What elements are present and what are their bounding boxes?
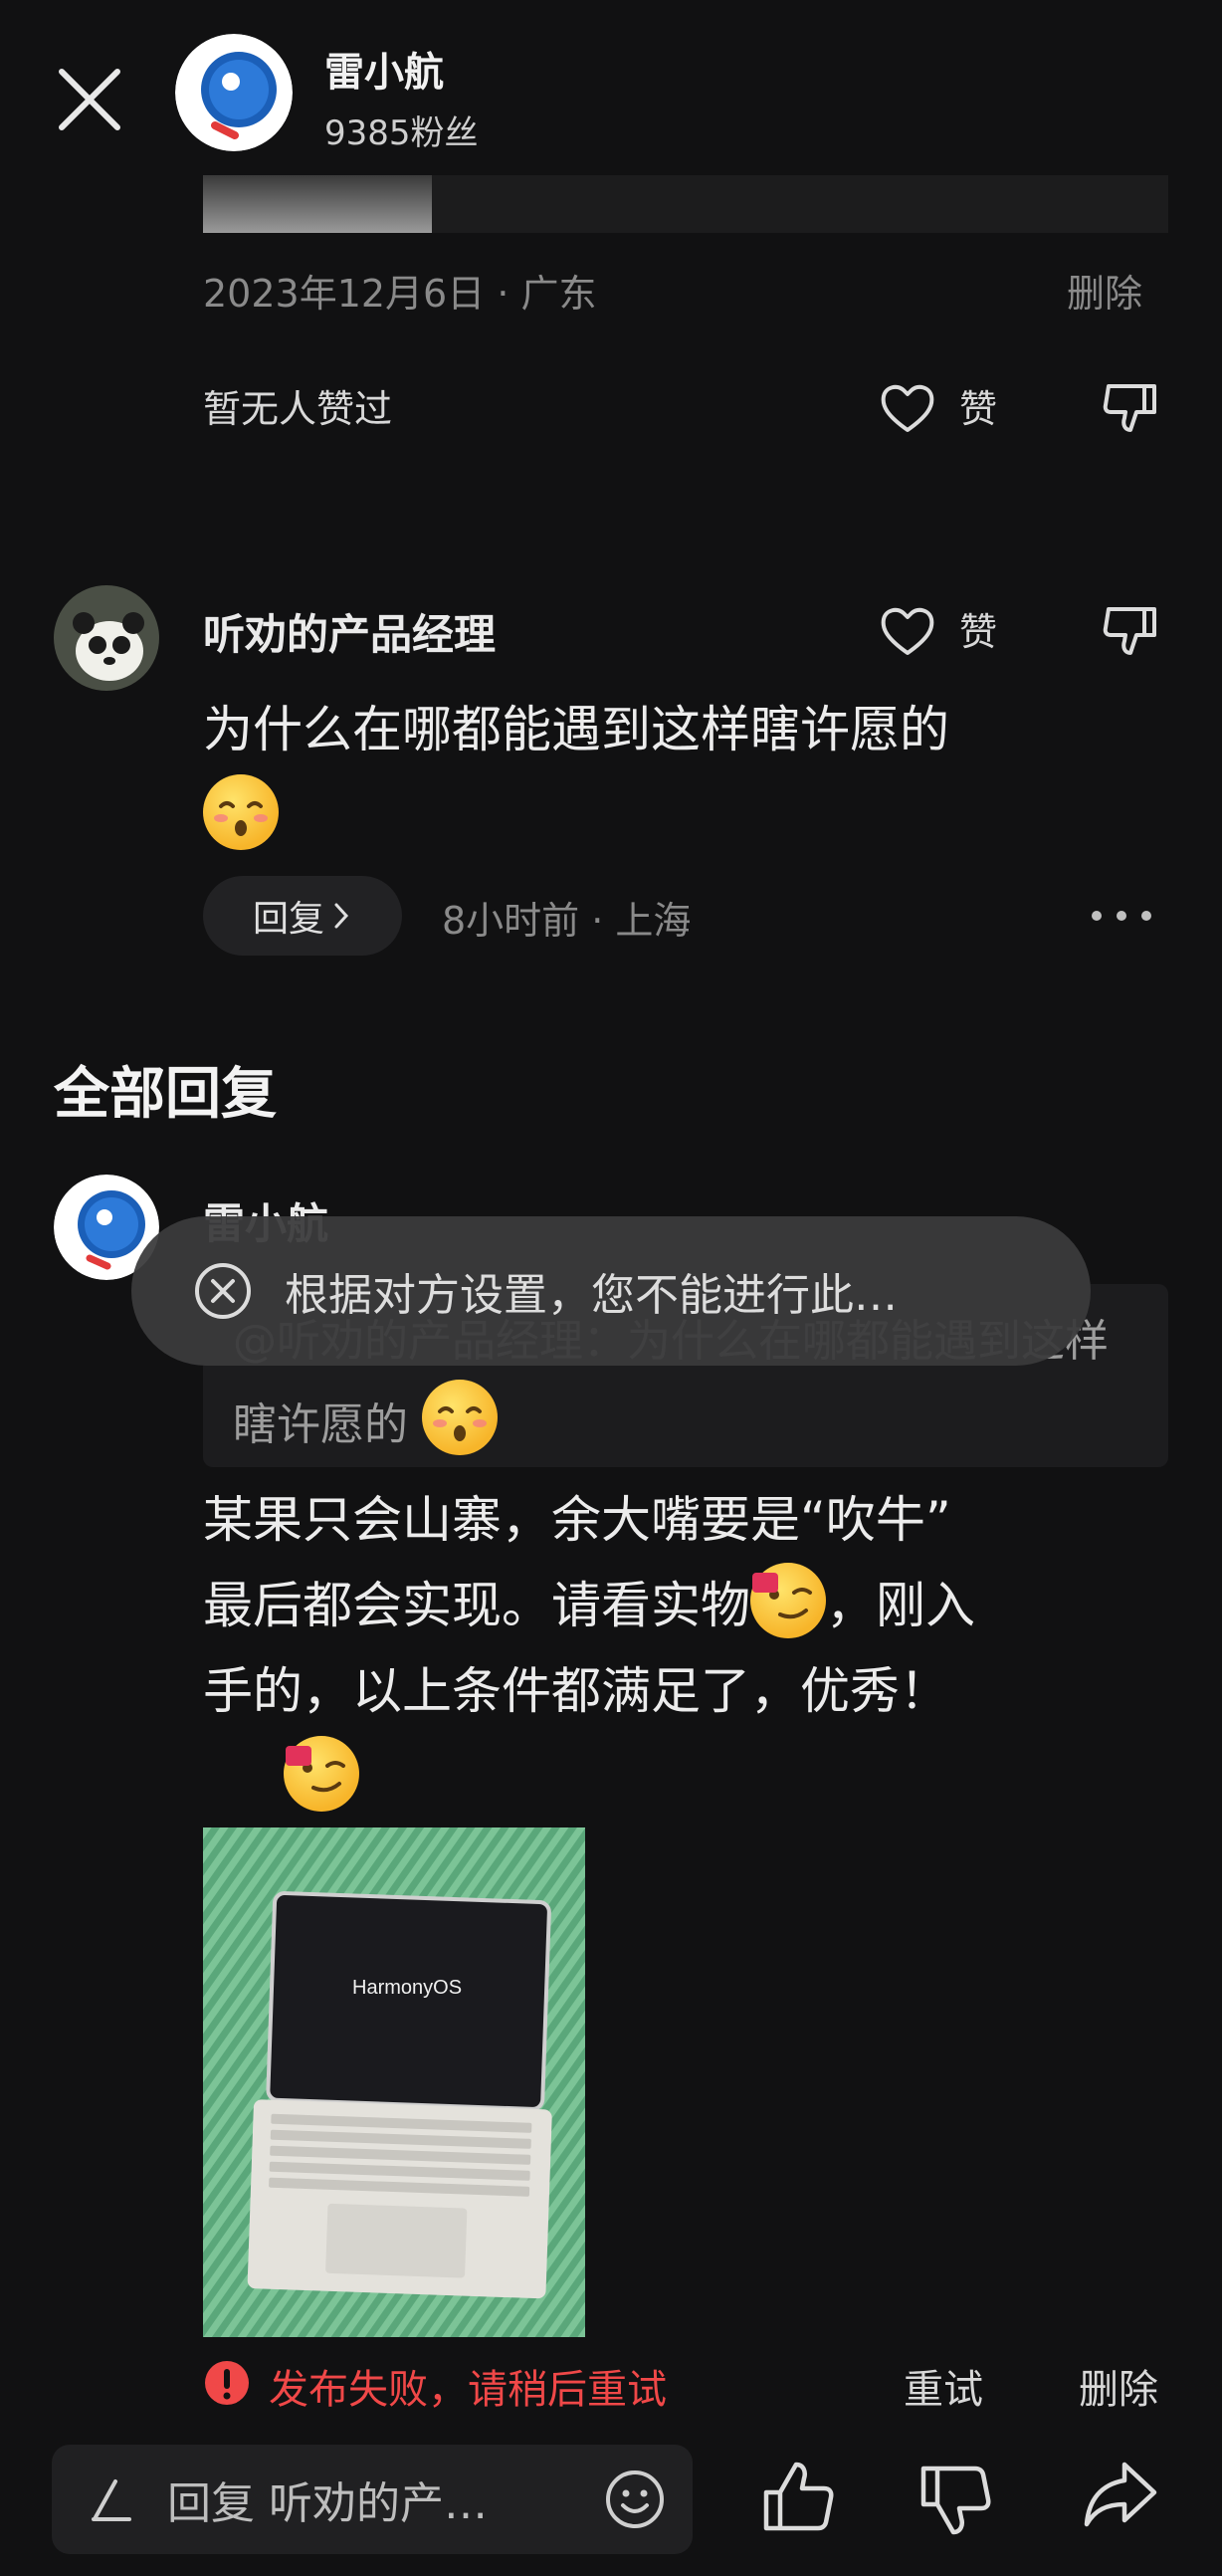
- toast-text: 根据对方设置，您不能进行此…: [285, 1270, 898, 1321]
- like-button-label[interactable]: 赞: [959, 378, 997, 433]
- heart-icon[interactable]: [878, 601, 937, 661]
- reply-text-part: 最后都会实现。请看实物: [203, 1577, 750, 1634]
- no-likes-text: 暂无人赞过: [203, 387, 393, 431]
- retry-button[interactable]: 重试: [904, 2357, 983, 2415]
- reply-input-placeholder: 回复 听劝的产…: [167, 2478, 488, 2529]
- all-replies-title: 全部回复: [54, 1062, 277, 1127]
- flushed-face-emoji: [203, 774, 279, 850]
- commenter-avatar[interactable]: [54, 585, 159, 691]
- post-image-partial[interactable]: [203, 175, 432, 233]
- pen-icon: [92, 2479, 131, 2521]
- reply-text-line-2: 最后都会实现。请看实物 ，刚入: [203, 1563, 975, 1648]
- error-icon: [205, 2361, 249, 2405]
- close-circle-icon: [195, 1263, 251, 1319]
- share-icon[interactable]: [1081, 2455, 1160, 2534]
- comment-text: 为什么在哪都能遇到这样瞎许愿的: [203, 701, 949, 758]
- more-options-icon[interactable]: [1087, 896, 1156, 936]
- smirk-emoji: [284, 1736, 360, 1812]
- photo-caption: HarmonyOS: [352, 1977, 463, 1999]
- permission-toast: 根据对方设置，您不能进行此…: [131, 1216, 1091, 1366]
- close-icon[interactable]: [52, 62, 127, 137]
- avatar[interactable]: [175, 34, 293, 151]
- reply-text-line-1: 某果只会山寨，余大嘴要是“吹牛”: [203, 1491, 951, 1549]
- reply-button-label: 回复: [252, 899, 324, 940]
- post-image-strip: [432, 175, 1168, 233]
- thumbs-down-icon[interactable]: [1101, 378, 1160, 438]
- commenter-name[interactable]: 听劝的产品经理: [203, 601, 496, 662]
- reply-input[interactable]: 回复 听劝的产…: [52, 2445, 693, 2554]
- publish-failed-text: 发布失败，请稍后重试: [269, 2367, 667, 2413]
- delete-reply-button[interactable]: 删除: [1079, 2357, 1158, 2415]
- reply-button[interactable]: 回复: [203, 876, 402, 956]
- thumbs-up-icon[interactable]: [758, 2457, 838, 2536]
- smirk-emoji: [750, 1563, 826, 1638]
- delete-post-button[interactable]: 删除: [1067, 263, 1142, 318]
- author-name[interactable]: 雷小航: [324, 40, 444, 98]
- flushed-face-emoji: [422, 1380, 498, 1455]
- chevron-right-icon: [334, 903, 349, 929]
- heart-icon[interactable]: [878, 378, 937, 438]
- post-date-location: 2023年12月6日 · 广东: [203, 272, 597, 316]
- comment-like-label[interactable]: 赞: [959, 601, 997, 656]
- comment-time-location: 8小时前 · 上海: [442, 899, 692, 943]
- attached-photo[interactable]: HarmonyOS: [203, 1827, 585, 2337]
- fans-count: 9385粉丝: [324, 113, 479, 153]
- reply-text-part: ，刚入: [826, 1577, 975, 1634]
- emoji-icon[interactable]: [603, 2468, 667, 2531]
- reply-text-line-3: 手的，以上条件都满足了，优秀！: [203, 1662, 949, 1720]
- thumbs-down-icon[interactable]: [916, 2461, 995, 2540]
- thumbs-down-icon[interactable]: [1101, 601, 1160, 661]
